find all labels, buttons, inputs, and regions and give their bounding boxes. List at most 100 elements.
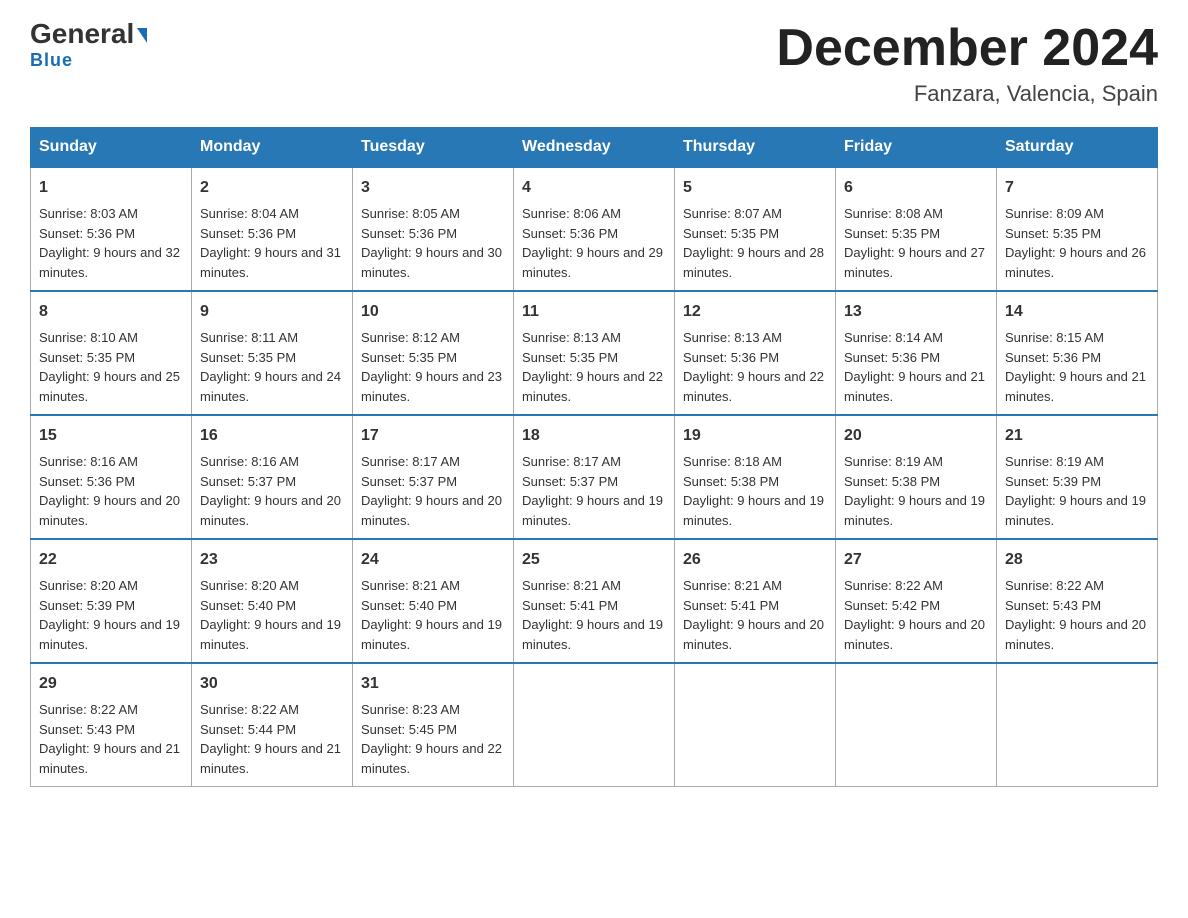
day-number: 17	[361, 424, 505, 448]
day-info: Sunrise: 8:22 AMSunset: 5:42 PMDaylight:…	[844, 578, 985, 652]
calendar-cell: 10 Sunrise: 8:12 AMSunset: 5:35 PMDaylig…	[353, 291, 514, 415]
day-info: Sunrise: 8:14 AMSunset: 5:36 PMDaylight:…	[844, 330, 985, 404]
calendar-cell: 30 Sunrise: 8:22 AMSunset: 5:44 PMDaylig…	[192, 663, 353, 787]
day-info: Sunrise: 8:16 AMSunset: 5:37 PMDaylight:…	[200, 454, 341, 528]
day-number: 24	[361, 548, 505, 572]
calendar-cell: 17 Sunrise: 8:17 AMSunset: 5:37 PMDaylig…	[353, 415, 514, 539]
day-info: Sunrise: 8:17 AMSunset: 5:37 PMDaylight:…	[361, 454, 502, 528]
day-number: 5	[683, 176, 827, 200]
calendar-cell: 26 Sunrise: 8:21 AMSunset: 5:41 PMDaylig…	[675, 539, 836, 663]
calendar-cell: 5 Sunrise: 8:07 AMSunset: 5:35 PMDayligh…	[675, 167, 836, 291]
day-info: Sunrise: 8:13 AMSunset: 5:36 PMDaylight:…	[683, 330, 824, 404]
calendar-body: 1 Sunrise: 8:03 AMSunset: 5:36 PMDayligh…	[31, 167, 1158, 787]
day-number: 30	[200, 672, 344, 696]
day-number: 28	[1005, 548, 1149, 572]
day-number: 9	[200, 300, 344, 324]
day-info: Sunrise: 8:05 AMSunset: 5:36 PMDaylight:…	[361, 206, 502, 280]
calendar-cell: 1 Sunrise: 8:03 AMSunset: 5:36 PMDayligh…	[31, 167, 192, 291]
day-number: 18	[522, 424, 666, 448]
calendar-week-5: 29 Sunrise: 8:22 AMSunset: 5:43 PMDaylig…	[31, 663, 1158, 787]
day-info: Sunrise: 8:10 AMSunset: 5:35 PMDaylight:…	[39, 330, 180, 404]
calendar-cell: 29 Sunrise: 8:22 AMSunset: 5:43 PMDaylig…	[31, 663, 192, 787]
day-info: Sunrise: 8:03 AMSunset: 5:36 PMDaylight:…	[39, 206, 180, 280]
day-info: Sunrise: 8:08 AMSunset: 5:35 PMDaylight:…	[844, 206, 985, 280]
day-info: Sunrise: 8:12 AMSunset: 5:35 PMDaylight:…	[361, 330, 502, 404]
day-number: 27	[844, 548, 988, 572]
day-number: 25	[522, 548, 666, 572]
calendar-week-2: 8 Sunrise: 8:10 AMSunset: 5:35 PMDayligh…	[31, 291, 1158, 415]
day-info: Sunrise: 8:16 AMSunset: 5:36 PMDaylight:…	[39, 454, 180, 528]
day-info: Sunrise: 8:20 AMSunset: 5:40 PMDaylight:…	[200, 578, 341, 652]
day-number: 15	[39, 424, 183, 448]
calendar-cell	[836, 663, 997, 787]
day-number: 31	[361, 672, 505, 696]
day-number: 23	[200, 548, 344, 572]
day-number: 2	[200, 176, 344, 200]
col-monday: Monday	[192, 128, 353, 168]
calendar-subtitle: Fanzara, Valencia, Spain	[776, 81, 1158, 107]
col-tuesday: Tuesday	[353, 128, 514, 168]
col-saturday: Saturday	[997, 128, 1158, 168]
day-info: Sunrise: 8:17 AMSunset: 5:37 PMDaylight:…	[522, 454, 663, 528]
calendar-week-1: 1 Sunrise: 8:03 AMSunset: 5:36 PMDayligh…	[31, 167, 1158, 291]
logo-text: General	[30, 20, 147, 48]
logo: General Blue	[30, 20, 147, 71]
day-number: 22	[39, 548, 183, 572]
day-info: Sunrise: 8:22 AMSunset: 5:44 PMDaylight:…	[200, 702, 341, 776]
calendar-cell: 23 Sunrise: 8:20 AMSunset: 5:40 PMDaylig…	[192, 539, 353, 663]
day-number: 19	[683, 424, 827, 448]
calendar-cell: 28 Sunrise: 8:22 AMSunset: 5:43 PMDaylig…	[997, 539, 1158, 663]
day-info: Sunrise: 8:18 AMSunset: 5:38 PMDaylight:…	[683, 454, 824, 528]
calendar-week-3: 15 Sunrise: 8:16 AMSunset: 5:36 PMDaylig…	[31, 415, 1158, 539]
day-info: Sunrise: 8:11 AMSunset: 5:35 PMDaylight:…	[200, 330, 341, 404]
day-number: 16	[200, 424, 344, 448]
day-number: 7	[1005, 176, 1149, 200]
calendar-cell: 7 Sunrise: 8:09 AMSunset: 5:35 PMDayligh…	[997, 167, 1158, 291]
page-header: General Blue December 2024 Fanzara, Vale…	[30, 20, 1158, 107]
day-number: 6	[844, 176, 988, 200]
day-number: 8	[39, 300, 183, 324]
calendar-header-row: Sunday Monday Tuesday Wednesday Thursday…	[31, 128, 1158, 168]
day-number: 11	[522, 300, 666, 324]
day-number: 29	[39, 672, 183, 696]
day-info: Sunrise: 8:22 AMSunset: 5:43 PMDaylight:…	[1005, 578, 1146, 652]
calendar-cell: 11 Sunrise: 8:13 AMSunset: 5:35 PMDaylig…	[514, 291, 675, 415]
calendar-cell: 21 Sunrise: 8:19 AMSunset: 5:39 PMDaylig…	[997, 415, 1158, 539]
day-info: Sunrise: 8:19 AMSunset: 5:39 PMDaylight:…	[1005, 454, 1146, 528]
calendar-cell	[997, 663, 1158, 787]
calendar-cell: 24 Sunrise: 8:21 AMSunset: 5:40 PMDaylig…	[353, 539, 514, 663]
calendar-cell: 16 Sunrise: 8:16 AMSunset: 5:37 PMDaylig…	[192, 415, 353, 539]
day-info: Sunrise: 8:21 AMSunset: 5:40 PMDaylight:…	[361, 578, 502, 652]
day-info: Sunrise: 8:09 AMSunset: 5:35 PMDaylight:…	[1005, 206, 1146, 280]
col-wednesday: Wednesday	[514, 128, 675, 168]
calendar-week-4: 22 Sunrise: 8:20 AMSunset: 5:39 PMDaylig…	[31, 539, 1158, 663]
col-sunday: Sunday	[31, 128, 192, 168]
calendar-cell	[675, 663, 836, 787]
day-info: Sunrise: 8:21 AMSunset: 5:41 PMDaylight:…	[683, 578, 824, 652]
day-info: Sunrise: 8:06 AMSunset: 5:36 PMDaylight:…	[522, 206, 663, 280]
calendar-cell: 2 Sunrise: 8:04 AMSunset: 5:36 PMDayligh…	[192, 167, 353, 291]
day-number: 13	[844, 300, 988, 324]
calendar-cell: 15 Sunrise: 8:16 AMSunset: 5:36 PMDaylig…	[31, 415, 192, 539]
calendar-cell: 18 Sunrise: 8:17 AMSunset: 5:37 PMDaylig…	[514, 415, 675, 539]
day-info: Sunrise: 8:20 AMSunset: 5:39 PMDaylight:…	[39, 578, 180, 652]
calendar-cell: 12 Sunrise: 8:13 AMSunset: 5:36 PMDaylig…	[675, 291, 836, 415]
calendar-cell: 31 Sunrise: 8:23 AMSunset: 5:45 PMDaylig…	[353, 663, 514, 787]
calendar-cell: 6 Sunrise: 8:08 AMSunset: 5:35 PMDayligh…	[836, 167, 997, 291]
calendar-title: December 2024	[776, 20, 1158, 77]
calendar-cell: 8 Sunrise: 8:10 AMSunset: 5:35 PMDayligh…	[31, 291, 192, 415]
calendar-cell: 20 Sunrise: 8:19 AMSunset: 5:38 PMDaylig…	[836, 415, 997, 539]
day-info: Sunrise: 8:13 AMSunset: 5:35 PMDaylight:…	[522, 330, 663, 404]
day-info: Sunrise: 8:23 AMSunset: 5:45 PMDaylight:…	[361, 702, 502, 776]
day-info: Sunrise: 8:22 AMSunset: 5:43 PMDaylight:…	[39, 702, 180, 776]
logo-blue: Blue	[30, 50, 73, 71]
day-info: Sunrise: 8:15 AMSunset: 5:36 PMDaylight:…	[1005, 330, 1146, 404]
calendar-cell: 4 Sunrise: 8:06 AMSunset: 5:36 PMDayligh…	[514, 167, 675, 291]
calendar-table: Sunday Monday Tuesday Wednesday Thursday…	[30, 127, 1158, 787]
day-number: 20	[844, 424, 988, 448]
calendar-cell: 22 Sunrise: 8:20 AMSunset: 5:39 PMDaylig…	[31, 539, 192, 663]
calendar-cell: 27 Sunrise: 8:22 AMSunset: 5:42 PMDaylig…	[836, 539, 997, 663]
day-info: Sunrise: 8:07 AMSunset: 5:35 PMDaylight:…	[683, 206, 824, 280]
day-number: 12	[683, 300, 827, 324]
day-number: 1	[39, 176, 183, 200]
